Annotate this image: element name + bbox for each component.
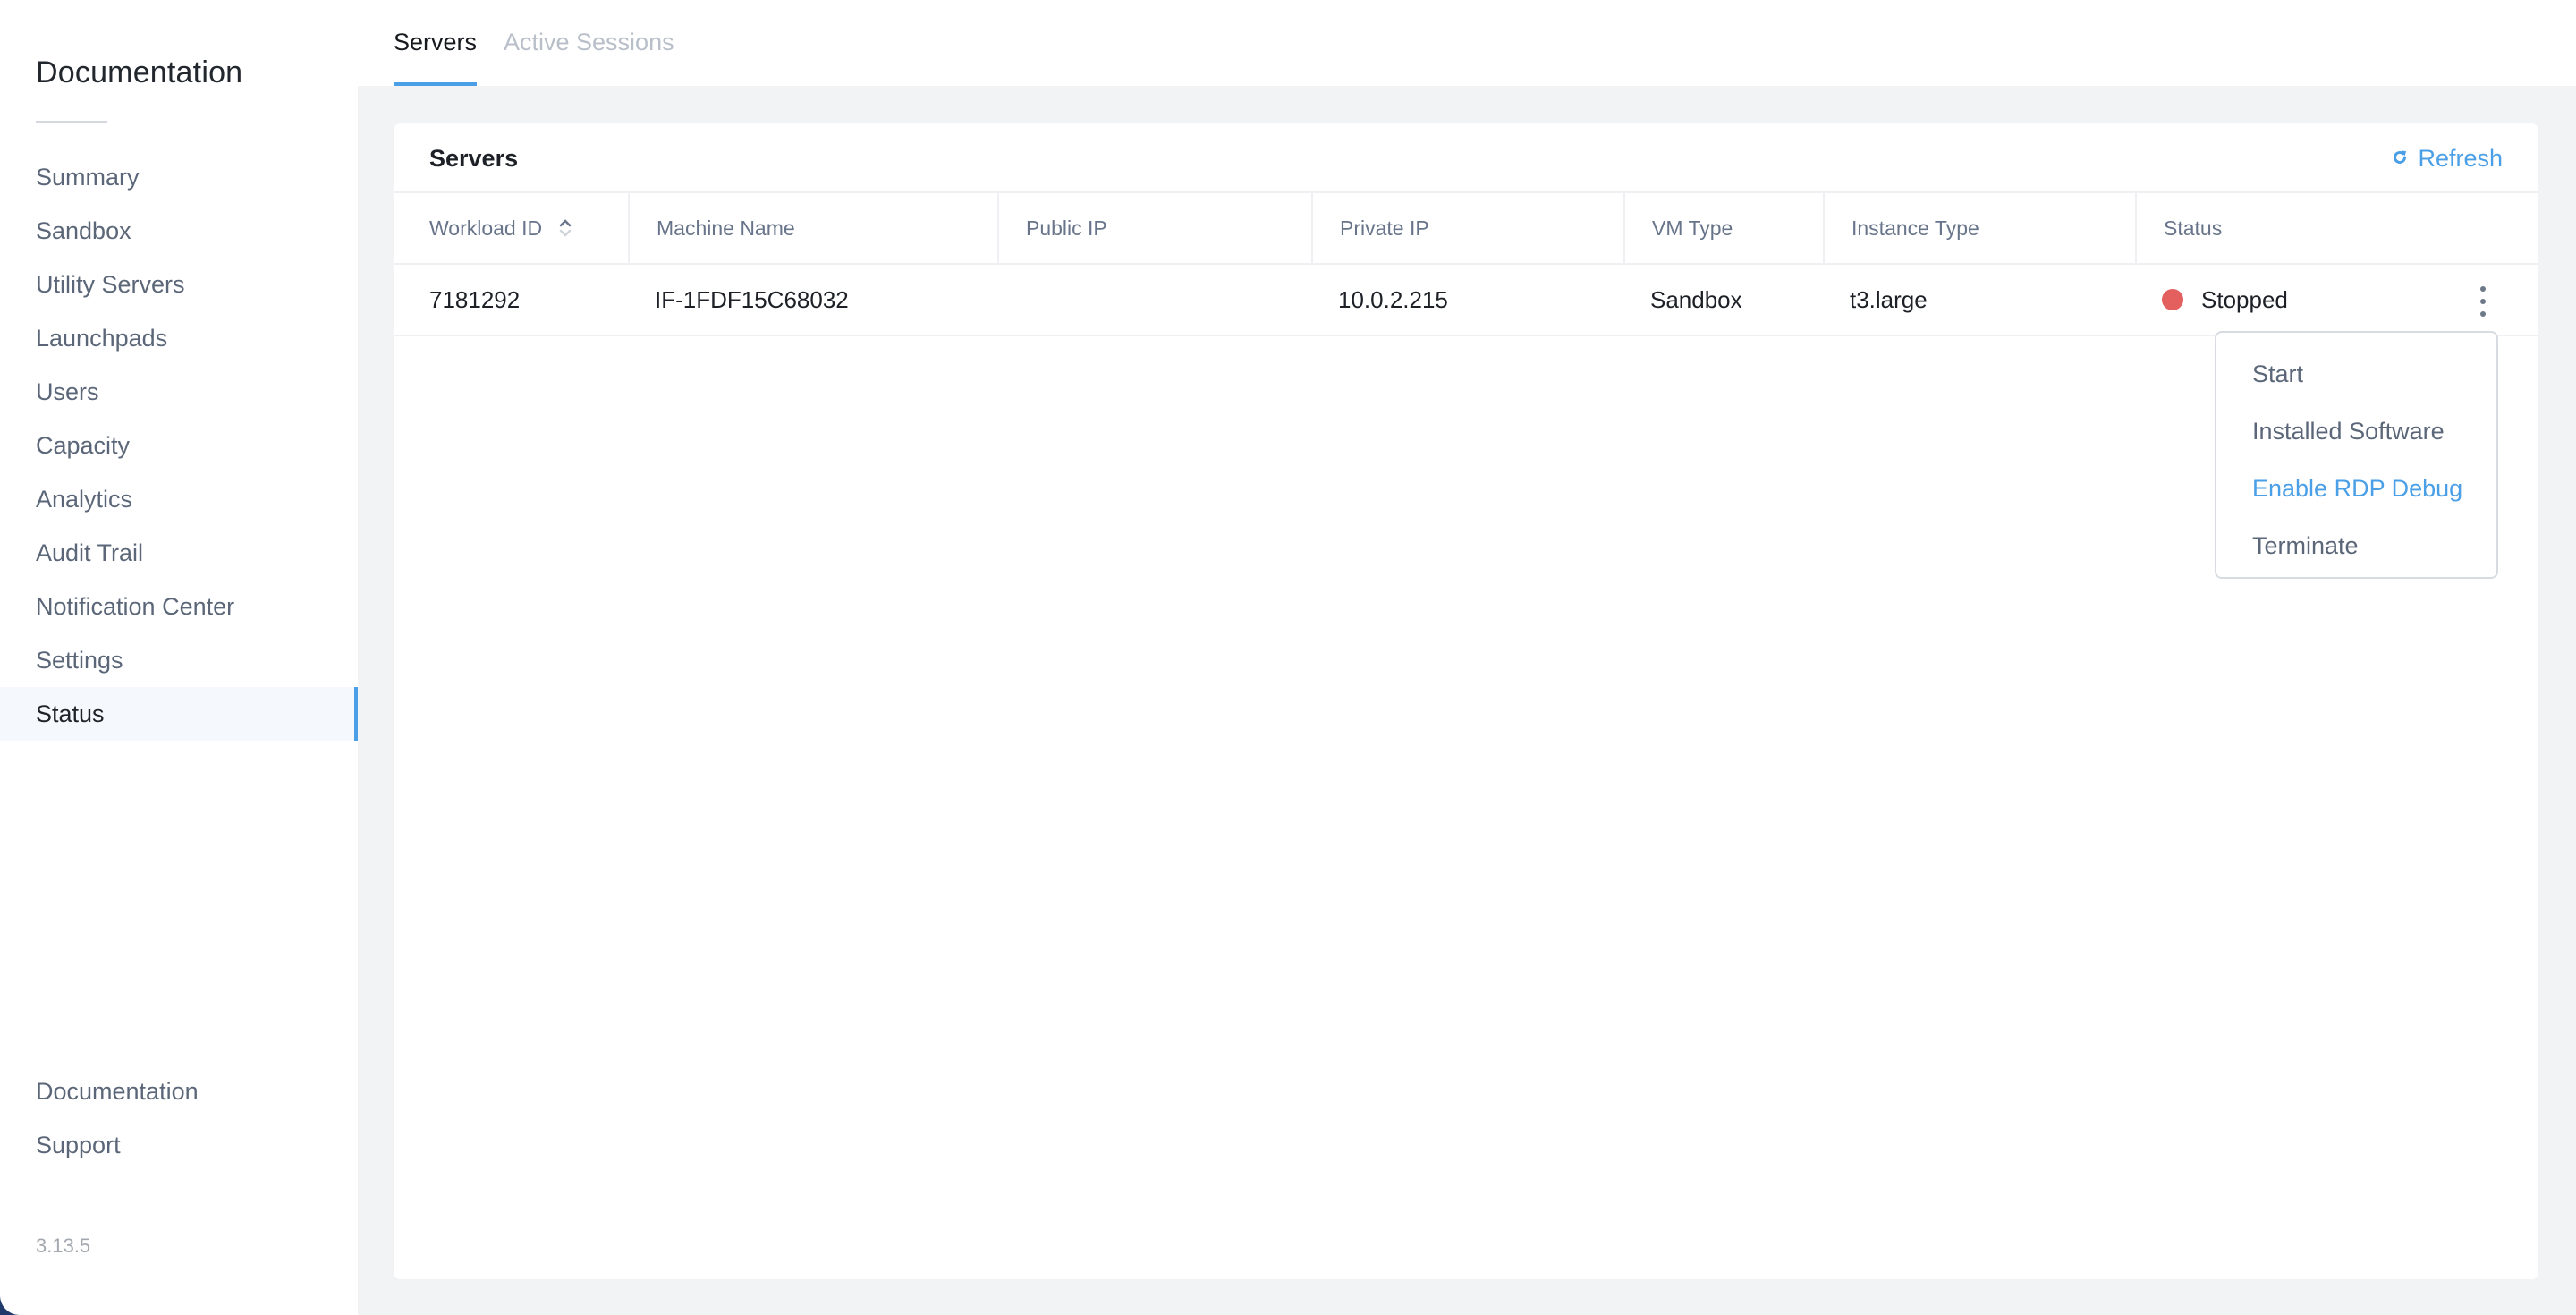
refresh-button[interactable]: Refresh	[2391, 123, 2503, 193]
column-header-status: Status	[2135, 193, 2538, 263]
sidebar-nav: Summary Sandbox Utility Servers Launchpa…	[0, 150, 358, 741]
app-window: Documentation Summary Sandbox Utility Se…	[0, 0, 2576, 1315]
servers-card: Servers Refresh Workload ID Machine Name…	[394, 123, 2538, 1279]
kebab-menu-icon[interactable]	[2474, 286, 2492, 317]
column-header-public-ip: Public IP	[997, 193, 1311, 263]
column-header-private-ip: Private IP	[1311, 193, 1623, 263]
sidebar-item-capacity[interactable]: Capacity	[0, 419, 358, 472]
sidebar: Documentation Summary Sandbox Utility Se…	[0, 0, 358, 1315]
tab-bar: Servers Active Sessions	[358, 0, 2576, 86]
sidebar-item-status[interactable]: Status	[0, 687, 358, 741]
table-header-row: Workload ID Machine Name Public IP Priva…	[394, 193, 2538, 265]
column-header-machine-name: Machine Name	[628, 193, 997, 263]
sidebar-bottom-nav: Documentation Support	[0, 1065, 358, 1172]
card-header: Servers Refresh	[394, 123, 2538, 193]
row-actions-menu: Start Installed Software Enable RDP Debu…	[2215, 331, 2498, 579]
column-header-instance-type: Instance Type	[1823, 193, 2135, 263]
tab-active-sessions[interactable]: Active Sessions	[504, 0, 674, 86]
sidebar-item-users[interactable]: Users	[0, 365, 358, 419]
app-version: 3.13.5	[36, 1234, 91, 1257]
sidebar-item-summary[interactable]: Summary	[0, 150, 358, 204]
sidebar-item-sandbox[interactable]: Sandbox	[0, 204, 358, 258]
table-row: 7181292 IF-1FDF15C68032 10.0.2.215 Sandb…	[394, 265, 2538, 336]
sidebar-item-analytics[interactable]: Analytics	[0, 472, 358, 526]
cell-instance-type: t3.large	[1850, 285, 1928, 313]
sidebar-item-audit-trail[interactable]: Audit Trail	[0, 526, 358, 580]
cell-machine-name: IF-1FDF15C68032	[655, 285, 849, 313]
cell-public-ip	[997, 265, 1311, 335]
refresh-label: Refresh	[2418, 145, 2503, 172]
refresh-icon	[2391, 123, 2409, 193]
sidebar-item-utility-servers[interactable]: Utility Servers	[0, 258, 358, 311]
tab-servers[interactable]: Servers	[394, 0, 478, 86]
menu-item-installed-software[interactable]: Installed Software	[2216, 403, 2496, 460]
menu-item-terminate[interactable]: Terminate	[2216, 517, 2496, 574]
menu-item-start[interactable]: Start	[2216, 345, 2496, 403]
menu-item-enable-rdp-debug[interactable]: Enable RDP Debug	[2216, 460, 2496, 517]
card-title: Servers	[429, 145, 519, 172]
cell-status: Stopped	[2135, 265, 2538, 335]
sidebar-divider	[36, 121, 107, 123]
status-label: Stopped	[2201, 285, 2288, 313]
column-header-workload-id[interactable]: Workload ID	[394, 193, 628, 263]
sort-icon[interactable]	[558, 218, 572, 238]
sidebar-item-documentation[interactable]: Documentation	[0, 1065, 358, 1118]
sidebar-title: Documentation	[36, 55, 243, 89]
cell-private-ip: 10.0.2.215	[1338, 285, 1448, 313]
sidebar-item-notification-center[interactable]: Notification Center	[0, 580, 358, 633]
sidebar-item-settings[interactable]: Settings	[0, 633, 358, 687]
cell-vm-type: Sandbox	[1650, 285, 1742, 313]
sidebar-item-launchpads[interactable]: Launchpads	[0, 311, 358, 365]
sidebar-item-support[interactable]: Support	[0, 1118, 358, 1172]
column-header-vm-type: VM Type	[1623, 193, 1823, 263]
cell-workload-id: 7181292	[429, 285, 521, 313]
status-dot-icon	[2162, 289, 2183, 310]
servers-table: Workload ID Machine Name Public IP Priva…	[394, 193, 2538, 336]
